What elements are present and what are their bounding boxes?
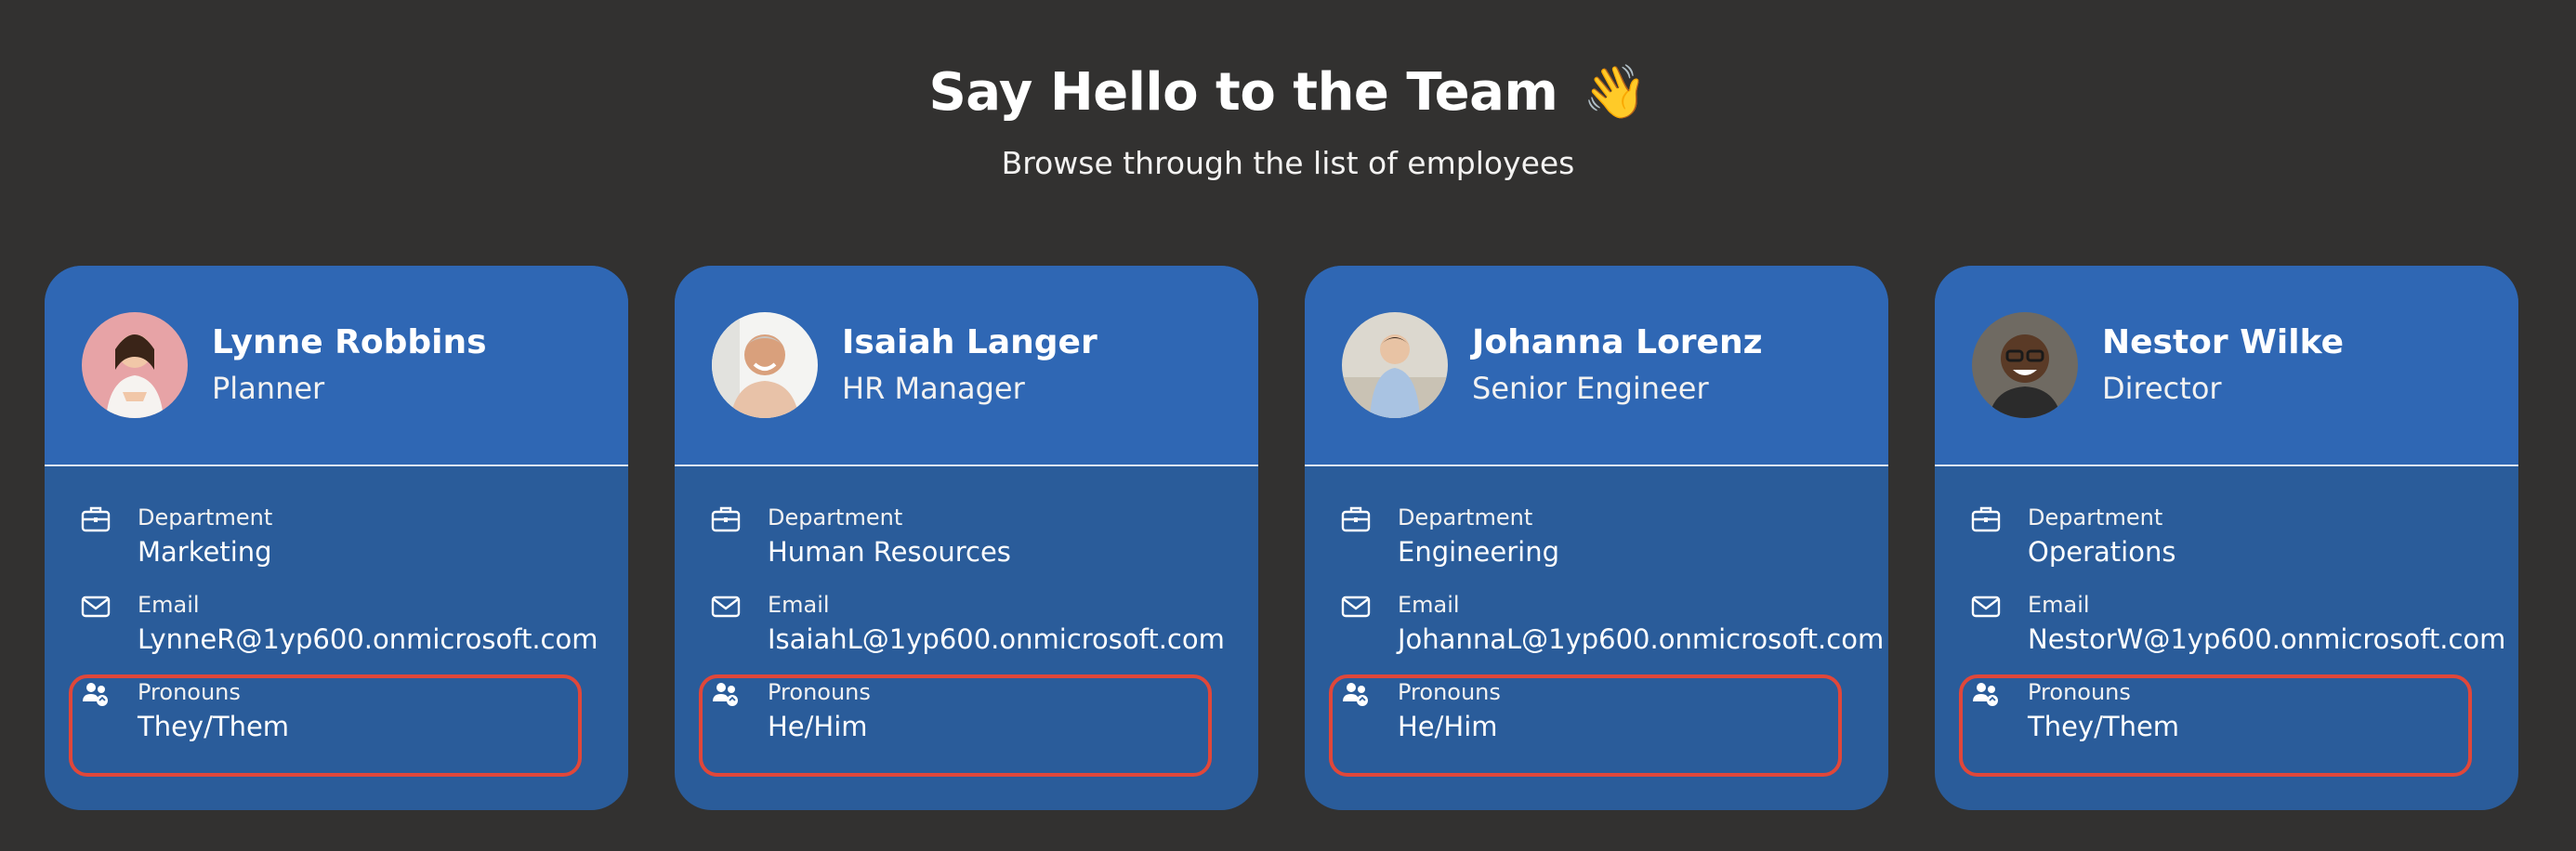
employee-card: Johanna Lorenz Senior Engineer Departmen…	[1305, 266, 1888, 810]
email-row: Email IsaiahL@1yp600.onmicrosoft.com	[675, 591, 1258, 678]
people-icon	[710, 678, 742, 710]
email-label: Email	[138, 592, 200, 618]
department-row: Department Marketing	[45, 504, 628, 591]
employee-title: HR Manager	[842, 371, 1025, 406]
pronouns-value: They/Them	[138, 711, 290, 742]
employee-card-header: Isaiah Langer HR Manager	[675, 266, 1258, 466]
employee-card-header: Johanna Lorenz Senior Engineer	[1305, 266, 1888, 466]
employee-card-details: Department Marketing Email LynneR@1yp600…	[45, 466, 628, 766]
employee-card-details: Department Operations Email NestorW@1yp6…	[1935, 466, 2518, 766]
employee-card-header: Nestor Wilke Director	[1935, 266, 2518, 466]
email-label: Email	[768, 592, 830, 618]
department-value: Marketing	[138, 536, 272, 568]
department-value: Engineering	[1398, 536, 1559, 568]
pronouns-row: Pronouns They/Them	[45, 678, 628, 766]
email-label: Email	[2028, 592, 2090, 618]
page-title: Say Hello to the Team 👋	[0, 54, 2576, 132]
mail-icon	[1970, 591, 2002, 622]
briefcase-icon	[1340, 504, 1372, 535]
pronouns-row: Pronouns He/Him	[1305, 678, 1888, 766]
avatar	[1972, 312, 2078, 418]
employee-card: Nestor Wilke Director Department Operati…	[1935, 266, 2518, 810]
page-subtitle: Browse through the list of employees	[1001, 145, 1575, 181]
pronouns-label: Pronouns	[2028, 679, 2131, 705]
department-row: Department Engineering	[1305, 504, 1888, 591]
employee-card-details: Department Human Resources Email IsaiahL…	[675, 466, 1258, 766]
employee-card-header: Lynne Robbins Planner	[45, 266, 628, 466]
employee-card-details: Department Engineering Email JohannaL@1y…	[1305, 466, 1888, 766]
employee-identity: Nestor Wilke Director	[2102, 321, 2344, 409]
people-icon	[80, 678, 112, 710]
email-value[interactable]: LynneR@1yp600.onmicrosoft.com	[138, 621, 628, 658]
email-value[interactable]: NestorW@1yp600.onmicrosoft.com	[2028, 621, 2518, 658]
pronouns-label: Pronouns	[768, 679, 871, 705]
briefcase-icon	[710, 504, 742, 535]
email-row: Email JohannaL@1yp600.onmicrosoft.com	[1305, 591, 1888, 678]
employee-card: Lynne Robbins Planner Department Marketi…	[45, 266, 628, 810]
pronouns-label: Pronouns	[138, 679, 241, 705]
employee-name: Johanna Lorenz	[1472, 323, 1763, 361]
page-header: Say Hello to the Team 👋 Browse through t…	[0, 54, 2576, 184]
department-label: Department	[768, 504, 903, 530]
mail-icon	[710, 591, 742, 622]
employee-identity: Lynne Robbins Planner	[212, 321, 487, 409]
department-label: Department	[1398, 504, 1533, 530]
people-icon	[1970, 678, 2002, 710]
pronouns-value: He/Him	[1398, 711, 1498, 742]
department-value: Operations	[2028, 536, 2176, 568]
avatar	[1342, 312, 1448, 418]
employee-name: Lynne Robbins	[212, 323, 487, 361]
employee-identity: Johanna Lorenz Senior Engineer	[1472, 321, 1763, 409]
avatar	[712, 312, 818, 418]
employee-title: Senior Engineer	[1472, 371, 1709, 406]
employee-title: Director	[2102, 371, 2222, 406]
department-value: Human Resources	[768, 536, 1011, 568]
pronouns-label: Pronouns	[1398, 679, 1501, 705]
email-row: Email NestorW@1yp600.onmicrosoft.com	[1935, 591, 2518, 678]
mail-icon	[1340, 591, 1372, 622]
pronouns-row: Pronouns They/Them	[1935, 678, 2518, 766]
people-icon	[1340, 678, 1372, 710]
mail-icon	[80, 591, 112, 622]
employee-card-list: Lynne Robbins Planner Department Marketi…	[45, 266, 2520, 810]
employee-identity: Isaiah Langer HR Manager	[842, 321, 1097, 409]
department-label: Department	[2028, 504, 2163, 530]
pronouns-row: Pronouns He/Him	[675, 678, 1258, 766]
email-row: Email LynneR@1yp600.onmicrosoft.com	[45, 591, 628, 678]
pronouns-value: He/Him	[768, 711, 868, 742]
employee-card: Isaiah Langer HR Manager Department Huma…	[675, 266, 1258, 810]
page-title-text: Say Hello to the Team	[928, 62, 1558, 123]
pronouns-value: They/Them	[2028, 711, 2180, 742]
department-row: Department Operations	[1935, 504, 2518, 591]
page: Say Hello to the Team 👋 Browse through t…	[0, 0, 2576, 851]
employee-name: Nestor Wilke	[2102, 323, 2344, 361]
email-label: Email	[1398, 592, 1460, 618]
email-value[interactable]: JohannaL@1yp600.onmicrosoft.com	[1398, 621, 1888, 658]
department-label: Department	[138, 504, 273, 530]
waving-hand-emoji: 👋	[1583, 62, 1648, 123]
avatar	[82, 312, 188, 418]
employee-title: Planner	[212, 371, 325, 406]
briefcase-icon	[80, 504, 112, 535]
department-row: Department Human Resources	[675, 504, 1258, 591]
employee-name: Isaiah Langer	[842, 323, 1097, 361]
email-value[interactable]: IsaiahL@1yp600.onmicrosoft.com	[768, 621, 1258, 658]
briefcase-icon	[1970, 504, 2002, 535]
